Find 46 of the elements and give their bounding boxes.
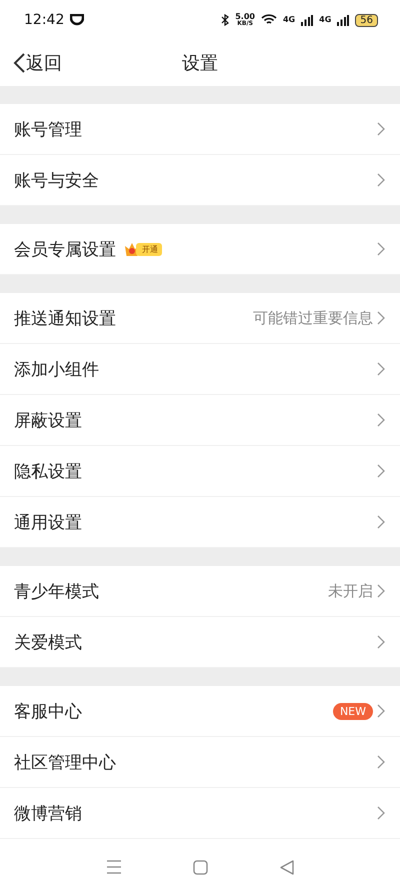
row-hint: 未开启 bbox=[328, 582, 373, 600]
battery-level: 56 bbox=[355, 14, 378, 26]
home-icon[interactable] bbox=[193, 860, 208, 874]
row-label: 微博营销 bbox=[14, 802, 82, 824]
row-label: 通用设置 bbox=[14, 512, 82, 534]
chevron-icon bbox=[377, 242, 386, 256]
row-label: 隐私设置 bbox=[14, 460, 82, 482]
row-label: 青少年模式 bbox=[14, 580, 99, 602]
chevron-icon bbox=[377, 413, 386, 427]
row-label: 账号与安全 bbox=[14, 170, 99, 192]
row-label: 关爱模式 bbox=[14, 632, 82, 654]
network-type: 4G bbox=[319, 16, 332, 24]
chevron-left-icon bbox=[12, 52, 26, 74]
chevron-icon bbox=[377, 362, 386, 376]
app-notification-icon bbox=[70, 14, 84, 26]
new-badge: NEW bbox=[332, 702, 373, 720]
chevron-icon bbox=[377, 515, 386, 529]
menu-icon[interactable] bbox=[106, 860, 122, 874]
row-label: 客服中心 bbox=[14, 700, 82, 722]
row-label: 会员专属设置 bbox=[14, 238, 116, 260]
wifi-icon bbox=[260, 14, 277, 26]
row-hint: 可能错过重要信息 bbox=[253, 308, 373, 328]
status-time: 12:42 bbox=[24, 12, 64, 28]
chevron-icon bbox=[377, 311, 386, 325]
chevron-icon bbox=[377, 464, 386, 478]
chevron-icon bbox=[377, 704, 386, 718]
vip-tag: 开通 bbox=[136, 242, 162, 256]
chevron-icon bbox=[377, 806, 386, 820]
row-label: 屏蔽设置 bbox=[14, 410, 82, 432]
page-title: 设置 bbox=[182, 52, 218, 75]
row-label: 推送通知设置 bbox=[14, 308, 116, 330]
back-icon[interactable] bbox=[280, 860, 294, 874]
network-speed: 5.00 bbox=[235, 13, 255, 21]
bluetooth-icon bbox=[221, 14, 230, 26]
chevron-icon bbox=[377, 635, 386, 649]
signal-icon bbox=[337, 14, 350, 26]
chevron-icon bbox=[377, 173, 386, 187]
back-button[interactable]: 返回 bbox=[0, 51, 62, 75]
chevron-icon bbox=[377, 584, 386, 598]
chevron-icon bbox=[377, 122, 386, 136]
row-label: 社区管理中心 bbox=[14, 752, 116, 774]
signal-icon bbox=[301, 14, 314, 26]
row-label: 账号管理 bbox=[14, 118, 82, 140]
row-label: 添加小组件 bbox=[14, 358, 99, 380]
network-type: 4G bbox=[282, 16, 296, 24]
chevron-icon bbox=[377, 755, 386, 769]
